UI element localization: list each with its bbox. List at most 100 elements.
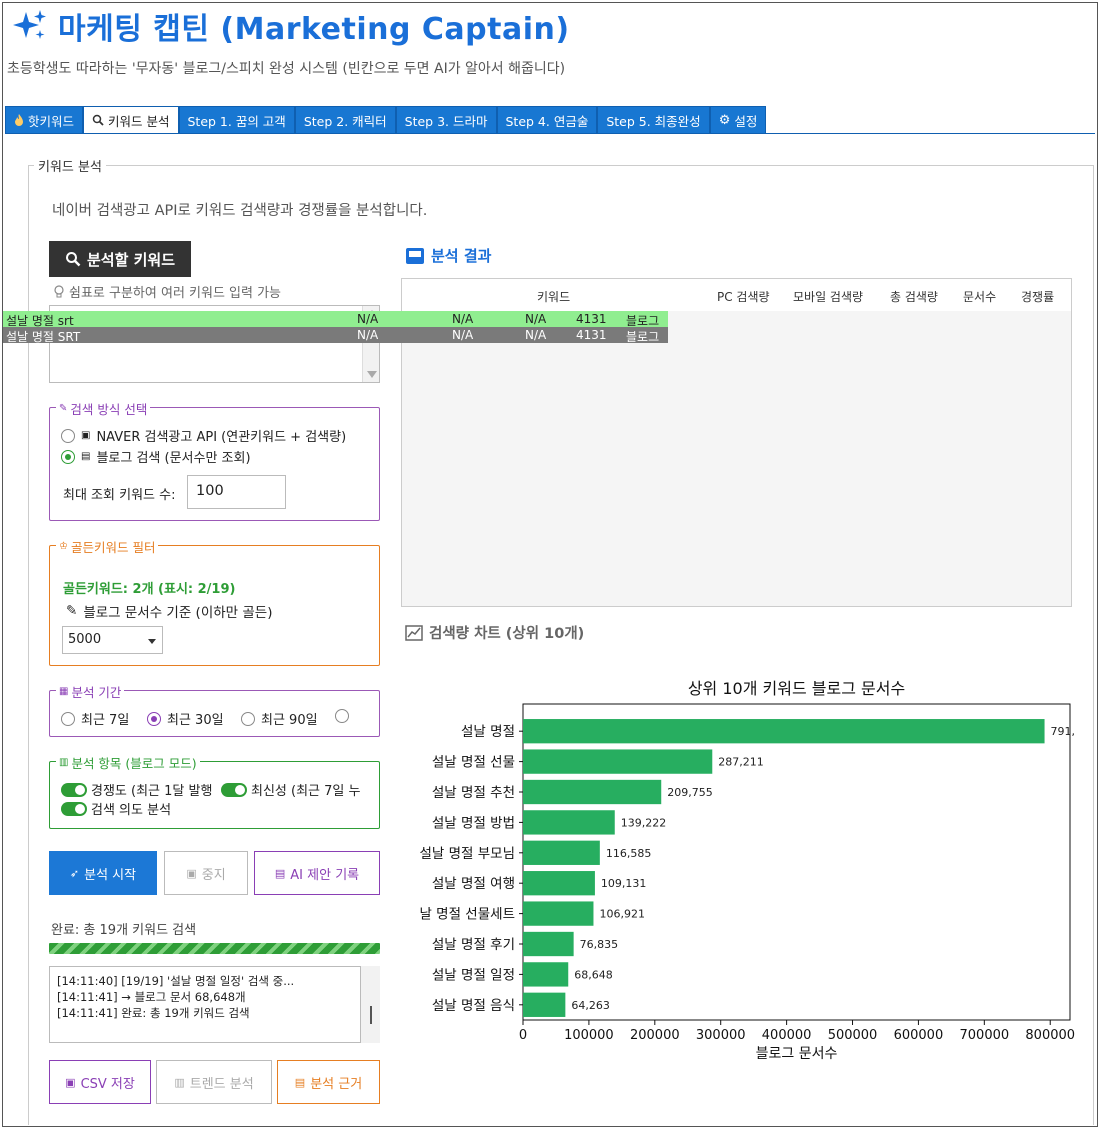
- method-option-blog[interactable]: ▤ 블로그 검색 (문서수만 조회): [61, 447, 251, 466]
- keyword-hint-text: 쉼표로 구분하여 여러 키워드 입력 가능: [69, 286, 282, 301]
- golden-filter-label-text: 골든키워드 필터: [70, 540, 156, 555]
- status-text: 완료: 총 19개 키워드 검색: [51, 923, 197, 938]
- period-90d[interactable]: 최근 90일: [241, 709, 318, 728]
- col-docs[interactable]: 문서수: [963, 288, 996, 305]
- period-label: ▦ 분석 기간: [56, 682, 125, 701]
- fire-icon: [15, 114, 23, 126]
- max-keywords-text: 최대 조회 키워드 수:: [63, 488, 176, 503]
- col-keyword[interactable]: 키워드: [537, 288, 570, 305]
- scroll-down-icon[interactable]: [367, 371, 377, 378]
- gear-icon: ⚙: [718, 112, 731, 128]
- tab-label: Step 5. 최종완성: [606, 113, 701, 129]
- stop-button[interactable]: ▣ 중지: [164, 851, 248, 895]
- chart-title: 상위 10개 키워드 블로그 문서수: [688, 679, 905, 698]
- medal-icon: ♔: [59, 541, 68, 552]
- period-30d[interactable]: 최근 30일: [147, 709, 224, 728]
- tab-step1[interactable]: Step 1. 꿈의 고객: [178, 106, 295, 134]
- tab-settings[interactable]: ⚙ 설정: [709, 106, 767, 134]
- toggle-recency-switch[interactable]: [221, 782, 247, 797]
- period-30d-radio[interactable]: [147, 711, 161, 726]
- tab-hot-keywords[interactable]: 핫키워드: [5, 106, 84, 134]
- table-row[interactable]: 설날 명절 SRT N/A N/A N/A 4131 블로그: [3, 327, 668, 344]
- search-method-label: ✎ 검색 방식 선택: [56, 399, 151, 418]
- max-keywords-label: 최대 조회 키워드 수:: [63, 484, 175, 503]
- period-90d-radio[interactable]: [241, 711, 255, 726]
- period-7d-radio[interactable]: [61, 711, 75, 726]
- save-icon: ▣: [81, 430, 91, 441]
- toggle-intent[interactable]: 검색 의도 분석: [61, 799, 171, 818]
- toggle-recency-label: 최신성 (최근 7일 누: [251, 784, 361, 799]
- toggle-competition-switch[interactable]: [61, 782, 87, 797]
- keyword-header-button[interactable]: 분석할 키워드: [49, 241, 191, 277]
- log-scrollbar[interactable]: [361, 966, 380, 1043]
- chevron-down-icon: [148, 639, 156, 644]
- period-90d-label: 최근 90일: [261, 713, 318, 728]
- period-7d[interactable]: 최근 7일: [61, 709, 129, 728]
- tab-step2[interactable]: Step 2. 캐릭터: [294, 106, 396, 134]
- cell-docs: 4131: [576, 312, 607, 326]
- document-icon: ▤: [294, 1075, 306, 1089]
- app-subtitle: 초등학생도 따라하는 '무자동' 블로그/스피치 완성 시스템 (빈칸으로 두면…: [7, 61, 566, 77]
- golden-threshold-select[interactable]: 5000: [62, 626, 163, 654]
- document-icon: ▤: [81, 451, 91, 462]
- bar: [523, 840, 600, 865]
- toggle-intent-switch[interactable]: [61, 801, 87, 816]
- col-pc[interactable]: PC 검색량: [717, 288, 770, 305]
- x-tick-label: 300000: [696, 1028, 746, 1043]
- bar-value-label: 106,921: [599, 908, 645, 921]
- x-tick-label: 100000: [564, 1028, 614, 1043]
- toggle-recency[interactable]: 최신성 (최근 7일 누: [221, 780, 360, 799]
- golden-criteria-text: 블로그 문서수 기준 (이하만 골든): [83, 605, 273, 621]
- table-row[interactable]: 설날 명절 srt N/A N/A N/A 4131 블로그: [3, 311, 668, 328]
- bar-value-label: 287,211: [718, 756, 764, 769]
- results-header: 키워드 PC 검색량 모바일 검색량 총 검색량 문서수 경쟁률: [402, 279, 1071, 311]
- start-analysis-button[interactable]: ➶ 분석 시작: [49, 851, 157, 895]
- app-header: 마케팅 캡틴 (Marketing Captain): [12, 6, 570, 47]
- keyword-docs-chart: 상위 10개 키워드 블로그 문서수 791,387 설날 명절 287,211 설날 …: [419, 679, 1075, 1062]
- method-blog-radio[interactable]: [61, 449, 75, 464]
- tab-step4[interactable]: Step 4. 연금술: [496, 106, 598, 134]
- tab-label: Step 4. 연금술: [505, 113, 589, 129]
- progress-bar: [49, 943, 380, 954]
- method-api-radio[interactable]: [61, 428, 75, 443]
- tab-step5[interactable]: Step 5. 최종완성: [597, 106, 710, 134]
- log-console[interactable]: [14:11:40] [19/19] '설날 명절 일정' 검색 중... [1…: [49, 966, 361, 1043]
- trend-analysis-label: 트렌드 분석: [189, 1076, 254, 1092]
- tab-label: Step 3. 드라마: [404, 113, 488, 129]
- magnifier-icon: [92, 114, 104, 126]
- tab-keyword-analysis[interactable]: 키워드 분석: [83, 106, 179, 134]
- bar: [523, 779, 662, 805]
- ai-log-button[interactable]: ▤ AI 제안 기록: [254, 851, 380, 895]
- period-extra[interactable]: [335, 709, 349, 723]
- bar-value-label: 109,131: [601, 877, 647, 890]
- log-line: [14:11:41] 완료: 총 19개 키워드 검색: [57, 1006, 250, 1020]
- col-competition[interactable]: 경쟁률: [1021, 288, 1054, 305]
- cell-mobile: N/A: [452, 312, 474, 326]
- analysis-basis-button[interactable]: ▤ 분석 근거: [277, 1060, 380, 1104]
- tab-step3[interactable]: Step 3. 드라마: [395, 106, 497, 134]
- period-7d-label: 최근 7일: [81, 713, 130, 728]
- max-keywords-input[interactable]: 100: [187, 475, 286, 509]
- trend-icon: ▥: [174, 1075, 185, 1089]
- trend-analysis-button[interactable]: ▥ 트렌드 분석: [156, 1060, 272, 1104]
- method-option-api[interactable]: ▣ NAVER 검색광고 API (연관키워드 + 검색량): [61, 426, 346, 445]
- bar: [523, 992, 566, 1017]
- col-total[interactable]: 총 검색량: [890, 288, 938, 305]
- line-chart-icon: [405, 624, 423, 641]
- tab-label: Step 2. 캐릭터: [303, 113, 387, 129]
- x-tick-label: 700000: [960, 1028, 1010, 1043]
- chart-section-title-text: 검색량 차트 (상위 10개): [429, 626, 585, 642]
- bar-value-label: 139,222: [621, 816, 667, 829]
- period-extra-radio[interactable]: [335, 709, 349, 723]
- toggle-competition[interactable]: 경쟁도 (최근 1달 발행: [61, 780, 212, 799]
- chart-section-title: 검색량 차트 (상위 10개): [405, 622, 584, 643]
- csv-save-button[interactable]: ▣ CSV 저장: [49, 1060, 151, 1104]
- cell-keyword: 설날 명절 SRT: [6, 330, 81, 344]
- sparkle-icon: [13, 10, 46, 39]
- col-mobile[interactable]: 모바일 검색량: [793, 288, 863, 305]
- floppy-icon: ▣: [65, 1075, 76, 1089]
- scroll-thumb[interactable]: [370, 1006, 372, 1024]
- period-30d-label: 최근 30일: [167, 713, 224, 728]
- results-title: 분석 결과: [405, 245, 491, 266]
- cell-total: N/A: [525, 312, 547, 326]
